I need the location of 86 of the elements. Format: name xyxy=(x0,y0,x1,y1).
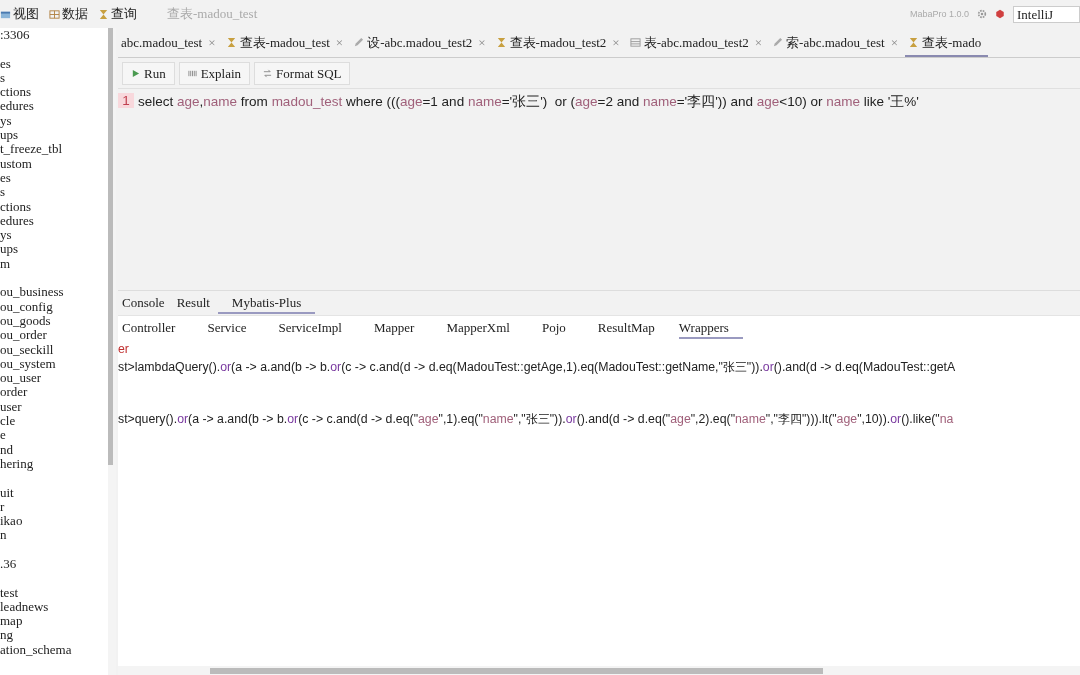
scrollbar-thumb[interactable] xyxy=(210,668,823,674)
tree-item[interactable]: e xyxy=(0,428,108,443)
hourglass-icon xyxy=(495,37,507,48)
code-tab[interactable]: Controller xyxy=(118,316,190,339)
version-label: MabaPro 1.0.0 xyxy=(909,9,969,19)
tree-item[interactable]: edures xyxy=(0,99,108,114)
tree-item[interactable]: es xyxy=(0,170,108,186)
theme-select[interactable]: IntelliJ xyxy=(1013,5,1080,23)
play-icon xyxy=(131,69,140,78)
tree-item[interactable]: :3306 xyxy=(0,28,108,43)
result-tab[interactable]: Result xyxy=(172,292,218,314)
editor-tab[interactable]: 表-abc.madou_test2 × xyxy=(626,28,770,57)
tree-item[interactable]: user xyxy=(0,399,108,414)
sql-code: select age,name from madou_test where (((age=1 and name='张三') or (age=2 and name='李四')) and age<10) or name like '王%' xyxy=(138,93,919,111)
editor-tab[interactable]: 设-abc.madou_test2 × xyxy=(350,28,493,57)
tree-item[interactable]: es xyxy=(0,56,108,71)
window-title: 查表-madou_test xyxy=(167,5,258,23)
tree-item[interactable]: ation_schema xyxy=(0,642,108,658)
tree-item[interactable]: m xyxy=(0,256,108,272)
menu-item[interactable]: 数据 xyxy=(49,5,88,23)
code-line: er xyxy=(118,341,130,358)
editor-tab[interactable]: 查表-mado xyxy=(905,28,989,57)
tree-item[interactable]: cle xyxy=(0,414,108,429)
toolbar-button[interactable]: Run xyxy=(122,62,175,85)
tree-item[interactable]: s xyxy=(0,70,108,86)
code-tab[interactable]: ServiceImpl xyxy=(274,316,356,339)
scrollbar-thumb[interactable] xyxy=(108,28,113,465)
editor-tab[interactable]: 查表-madou_test × xyxy=(222,28,351,57)
result-tab[interactable]: Console xyxy=(118,292,173,314)
tree-item[interactable]: ou_seckill xyxy=(0,342,108,357)
tree-item[interactable]: ou_system xyxy=(0,356,108,372)
code-tab[interactable]: MapperXml xyxy=(442,316,524,339)
tree-item[interactable]: test xyxy=(0,585,108,600)
code-line: st>lambdaQuery().or(a -> a.and(b -> b.or(c -> c.and(d -> d.eq(MadouTest::getAge,1).eq(MadouTest::getName,"张三")).or().and(d -> d.eq(MadouTest::getA xyxy=(118,358,957,376)
table-icon xyxy=(629,37,641,48)
line-number: 1 xyxy=(118,93,134,108)
tree-item[interactable]: ou_user xyxy=(0,371,108,386)
tree-item[interactable]: ng xyxy=(0,628,108,643)
code-tab[interactable]: Service xyxy=(203,316,261,339)
tree-item[interactable]: edures xyxy=(0,213,108,229)
hexagon-icon[interactable] xyxy=(995,9,1005,19)
code-tab[interactable]: Pojo xyxy=(537,316,580,339)
tree-item[interactable]: ctions xyxy=(0,85,108,100)
editor-tab[interactable]: 索-abc.madou_test × xyxy=(769,28,905,57)
code-tab[interactable]: Mapper xyxy=(369,316,429,339)
result-tab[interactable]: Mybatis-Plus xyxy=(217,292,316,314)
tree-item[interactable]: ctions xyxy=(0,199,108,214)
tree-item[interactable]: uit xyxy=(0,485,108,500)
menu-item[interactable]: 视图 xyxy=(0,5,39,23)
tree-item[interactable]: ys xyxy=(0,228,108,243)
tree-item[interactable]: order xyxy=(0,385,108,400)
tree-item[interactable]: .36 xyxy=(0,557,108,572)
pencil-icon xyxy=(772,37,784,48)
tree-item[interactable]: r xyxy=(0,499,108,515)
tree-item[interactable]: ustom xyxy=(0,156,108,171)
pencil-icon xyxy=(353,37,365,48)
tree-item[interactable]: s xyxy=(0,185,108,200)
tree-item[interactable]: map xyxy=(0,614,108,629)
editor-tab[interactable]: abc.madou_test × xyxy=(118,28,223,57)
code-line: st>query().or(a -> a.and(b -> b.or(c -> c.and(d -> d.eq("age",1).eq("name","张三")).or().and(d -> d.eq("age",2).eq("name","李四"))).lt("age",10)).or().like("na xyxy=(118,411,955,429)
editor-tab[interactable]: 查表-madou_test2 × xyxy=(492,28,627,57)
bars-icon xyxy=(187,69,197,78)
tree-item[interactable]: ups xyxy=(0,242,108,257)
tree-item[interactable]: ou_goods xyxy=(0,313,108,329)
tree-item[interactable]: ys xyxy=(0,113,108,129)
tree-item[interactable]: t_freeze_tbl xyxy=(0,142,108,157)
menu-item[interactable]: 查询 xyxy=(98,5,137,23)
tree-item[interactable]: nd xyxy=(0,442,108,457)
tree-item[interactable]: leadnews xyxy=(0,599,108,615)
tree-item[interactable]: n xyxy=(0,528,108,543)
hourglass-icon xyxy=(98,8,109,20)
swap-icon xyxy=(263,69,273,78)
tree-item[interactable]: ikao xyxy=(0,514,108,529)
tree-item[interactable]: ou_config xyxy=(0,299,108,314)
toolbar-button[interactable]: Explain xyxy=(178,62,251,85)
tree-item[interactable]: hering xyxy=(0,456,108,472)
hourglass-icon xyxy=(225,37,237,48)
tree-item[interactable]: ups xyxy=(0,128,108,143)
code-tab[interactable]: Wrappers xyxy=(678,316,743,339)
code-tab[interactable]: ResultMap xyxy=(593,316,669,339)
settings-icon[interactable] xyxy=(977,9,987,19)
hourglass-icon xyxy=(908,37,919,48)
tree-item[interactable]: ou_business xyxy=(0,285,108,300)
toolbar-button[interactable]: Format SQL xyxy=(254,62,351,85)
tree-item[interactable]: ou_order xyxy=(0,328,108,343)
grid-icon xyxy=(49,8,60,20)
